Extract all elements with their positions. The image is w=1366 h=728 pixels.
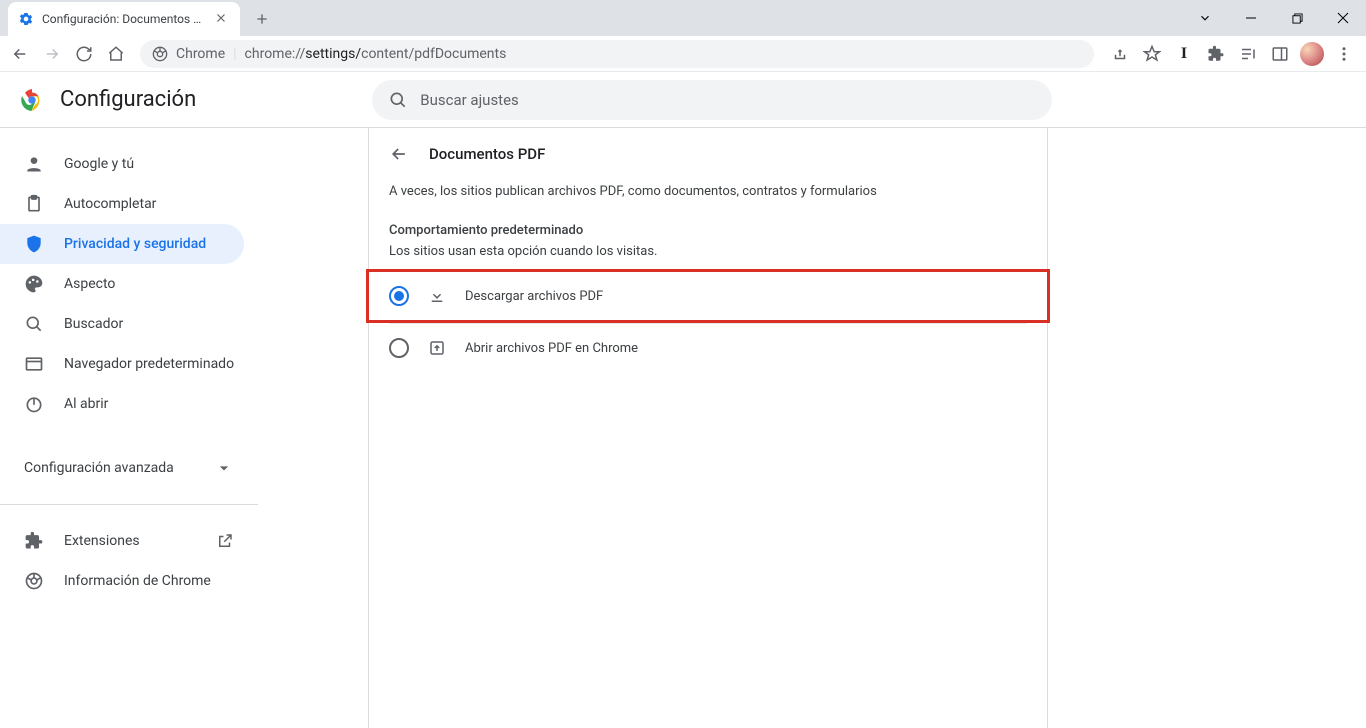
- page-title: Documentos PDF: [429, 145, 545, 163]
- share-button[interactable]: [1104, 40, 1136, 68]
- settings-header: Configuración: [0, 72, 1366, 128]
- settings-sidebar: Google y tú Autocompletar Privacidad y s…: [0, 128, 258, 728]
- extension-1-icon[interactable]: I: [1168, 40, 1200, 68]
- tab-search-button[interactable]: [1182, 0, 1228, 36]
- sidebar-item-label: Google y tú: [64, 156, 134, 172]
- external-link-icon: [216, 532, 234, 550]
- sidebar-divider: [0, 504, 258, 505]
- section-subtitle: Los sitios usan esta opción cuando los v…: [369, 244, 1047, 269]
- browser-tabstrip: Configuración: Documentos PDF: [0, 0, 1366, 36]
- page-back-button[interactable]: [389, 144, 409, 164]
- settings-search-input[interactable]: [420, 91, 1036, 109]
- pdf-settings-card: Documentos PDF A veces, los sitios publi…: [368, 128, 1048, 728]
- sidebar-item-autofill[interactable]: Autocompletar: [0, 184, 244, 224]
- sidebar-item-label: Información de Chrome: [64, 573, 211, 589]
- sidebar-item-label: Privacidad y seguridad: [64, 236, 206, 252]
- sidebar-item-label: Navegador predeterminado: [64, 356, 234, 372]
- person-icon: [24, 154, 44, 174]
- tab-title: Configuración: Documentos PDF: [42, 12, 206, 26]
- settings-title: Configuración: [60, 87, 196, 112]
- close-window-button[interactable]: [1320, 0, 1366, 36]
- chrome-logo-icon: [20, 88, 44, 112]
- settings-main: Documentos PDF A veces, los sitios publi…: [258, 128, 1366, 728]
- sidebar-item-onstartup[interactable]: Al abrir: [0, 384, 244, 424]
- profile-avatar[interactable]: [1296, 40, 1328, 68]
- radio-unselected[interactable]: [389, 338, 409, 358]
- open-in-icon: [427, 338, 447, 358]
- sidebar-item-label: Buscador: [64, 316, 123, 332]
- chrome-icon: [24, 571, 44, 591]
- bookmark-button[interactable]: [1136, 40, 1168, 68]
- advanced-label: Configuración avanzada: [24, 460, 174, 476]
- chevron-down-icon: [214, 458, 234, 478]
- sidebar-item-google[interactable]: Google y tú: [0, 144, 244, 184]
- sidebar-item-label: Extensiones: [64, 533, 140, 549]
- side-panel-button[interactable]: [1264, 40, 1296, 68]
- home-button[interactable]: [102, 40, 130, 68]
- sidebar-item-label: Aspecto: [64, 276, 115, 292]
- url-text: chrome://settings/content/pdfDocuments: [245, 46, 507, 62]
- palette-icon: [24, 274, 44, 294]
- settings-app: Configuración Google y tú Autocompletar …: [0, 72, 1366, 728]
- chrome-menu-button[interactable]: [1328, 40, 1360, 68]
- browser-toolbar: Chrome | chrome://settings/content/pdfDo…: [0, 36, 1366, 72]
- sidebar-item-default-browser[interactable]: Navegador predeterminado: [0, 344, 244, 384]
- option-download-pdf[interactable]: Descargar archivos PDF: [366, 269, 1050, 323]
- back-button[interactable]: [6, 40, 34, 68]
- url-prefix: Chrome: [176, 46, 225, 62]
- sidebar-item-search[interactable]: Buscador: [0, 304, 244, 344]
- search-icon: [388, 90, 408, 110]
- reload-button[interactable]: [70, 40, 98, 68]
- forward-button[interactable]: [38, 40, 66, 68]
- address-bar[interactable]: Chrome | chrome://settings/content/pdfDo…: [140, 40, 1094, 68]
- option-label: Abrir archivos PDF en Chrome: [465, 341, 638, 356]
- sidebar-item-about[interactable]: Información de Chrome: [0, 561, 244, 601]
- page-description: A veces, los sitios publican archivos PD…: [369, 180, 1047, 223]
- clipboard-icon: [24, 194, 44, 214]
- sidebar-item-appearance[interactable]: Aspecto: [0, 264, 244, 304]
- window-controls: [1182, 0, 1366, 36]
- power-icon: [24, 394, 44, 414]
- radio-selected[interactable]: [389, 286, 409, 306]
- extensions-button[interactable]: [1200, 40, 1232, 68]
- sidebar-item-label: Al abrir: [64, 396, 108, 412]
- minimize-button[interactable]: [1228, 0, 1274, 36]
- shield-icon: [24, 234, 44, 254]
- maximize-button[interactable]: [1274, 0, 1320, 36]
- option-label: Descargar archivos PDF: [465, 289, 603, 304]
- settings-search[interactable]: [372, 80, 1052, 120]
- download-icon: [427, 286, 447, 306]
- browser-tab[interactable]: Configuración: Documentos PDF: [8, 2, 240, 36]
- option-open-in-chrome[interactable]: Abrir archivos PDF en Chrome: [369, 324, 1047, 372]
- gear-icon: [18, 11, 34, 27]
- search-icon: [24, 314, 44, 334]
- browser-icon: [24, 354, 44, 374]
- close-icon[interactable]: [214, 11, 230, 27]
- reading-list-button[interactable]: [1232, 40, 1264, 68]
- sidebar-item-label: Autocompletar: [64, 196, 156, 212]
- puzzle-icon: [24, 531, 44, 551]
- section-title: Comportamiento predeterminado: [369, 223, 1047, 244]
- sidebar-advanced-toggle[interactable]: Configuración avanzada: [0, 448, 258, 488]
- sidebar-item-privacy[interactable]: Privacidad y seguridad: [0, 224, 244, 264]
- chrome-indicator-icon: [152, 46, 168, 62]
- new-tab-button[interactable]: [248, 5, 276, 33]
- sidebar-item-extensions[interactable]: Extensiones: [0, 521, 244, 561]
